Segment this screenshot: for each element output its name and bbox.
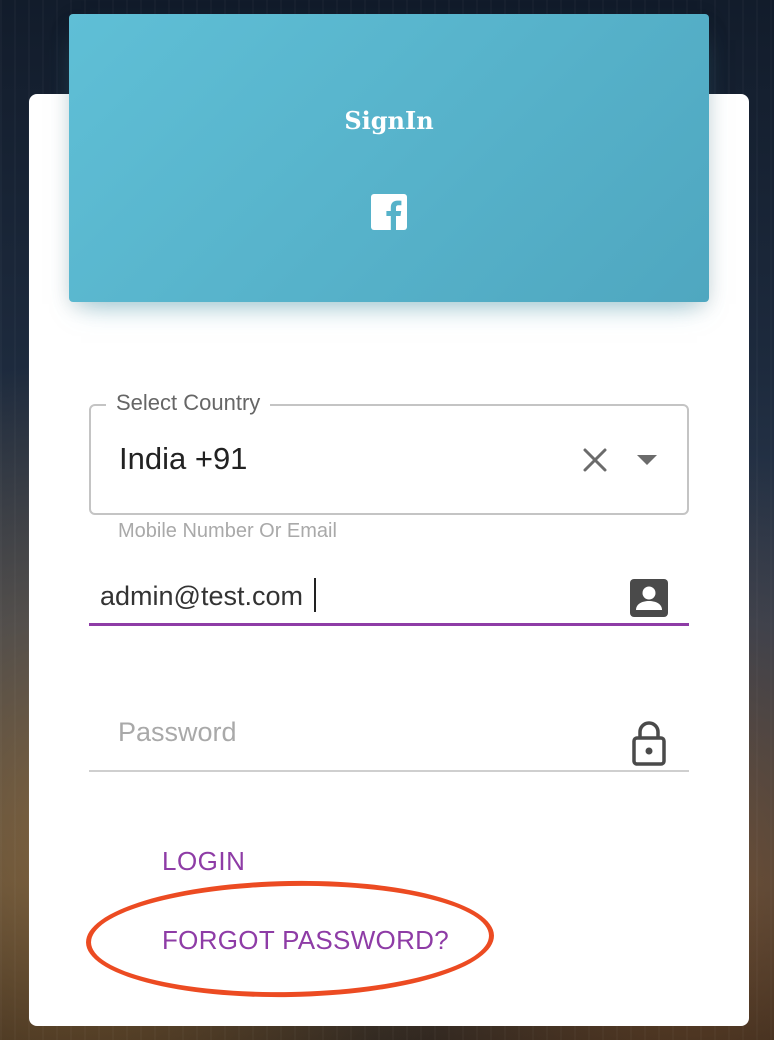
identifier-value: admin@test.com — [100, 581, 303, 611]
login-button[interactable]: LOGIN — [162, 846, 245, 877]
country-value: India +91 — [119, 441, 248, 476]
facebook-icon[interactable] — [371, 194, 407, 230]
dropdown-arrow-icon[interactable] — [634, 452, 660, 468]
clear-icon[interactable] — [581, 446, 609, 474]
text-caret — [314, 578, 316, 612]
country-label: Select Country — [106, 390, 271, 416]
contact-card-icon — [630, 579, 668, 617]
lock-icon — [632, 721, 666, 766]
password-placeholder: Password — [118, 717, 237, 747]
header-title: SignIn — [344, 106, 434, 135]
identifier-label: Mobile Number Or Email — [118, 520, 337, 542]
card-header: SignIn — [69, 14, 709, 302]
